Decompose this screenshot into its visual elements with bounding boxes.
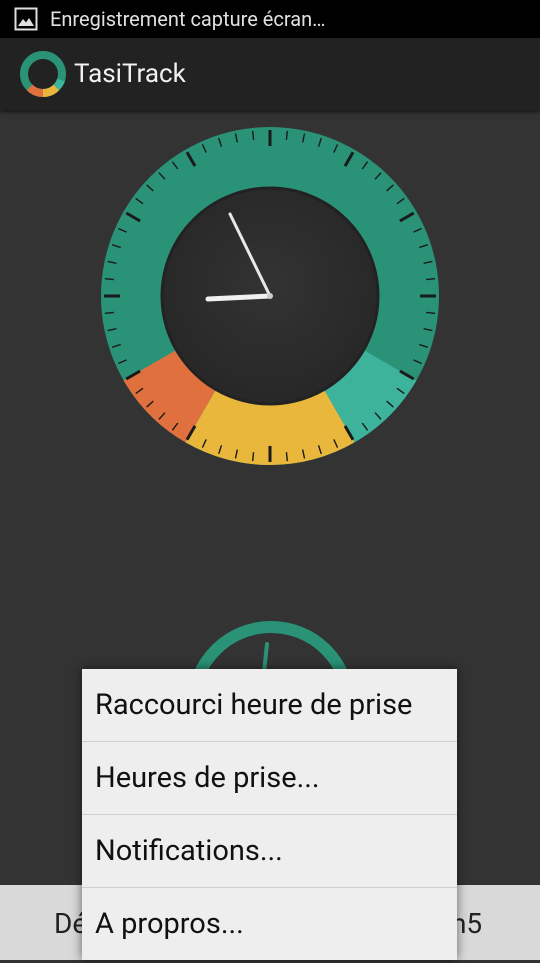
intake-clock-dial[interactable] (100, 126, 440, 466)
dial-minor-tick (251, 130, 255, 140)
action-bar: TasiTrack (0, 38, 540, 110)
dial-minor-tick (251, 452, 255, 462)
dial-minor-tick (285, 130, 289, 140)
dial-minor-tick (426, 277, 436, 281)
hour-hand (205, 293, 273, 302)
app-logo-icon[interactable] (18, 49, 68, 99)
secondary-dial-hand (262, 642, 269, 674)
app-title: TasiTrack (74, 59, 186, 89)
image-icon (14, 7, 38, 31)
menu-item-about[interactable]: A propros... (82, 888, 457, 960)
notification-text: Enregistrement capture écran… (50, 7, 326, 31)
menu-item-intake-times[interactable]: Heures de prise... (82, 742, 457, 815)
dial-minor-tick (426, 311, 436, 315)
hand-pivot (267, 293, 273, 299)
dial-minor-tick (285, 452, 289, 462)
menu-item-shortcut[interactable]: Raccourci heure de prise (82, 669, 457, 742)
status-bar: Enregistrement capture écran… (0, 0, 540, 38)
dial-minor-tick (104, 277, 114, 281)
dial-minor-tick (104, 311, 114, 315)
overflow-menu: Raccourci heure de prise Heures de prise… (82, 669, 457, 960)
menu-item-notifications[interactable]: Notifications... (82, 815, 457, 888)
